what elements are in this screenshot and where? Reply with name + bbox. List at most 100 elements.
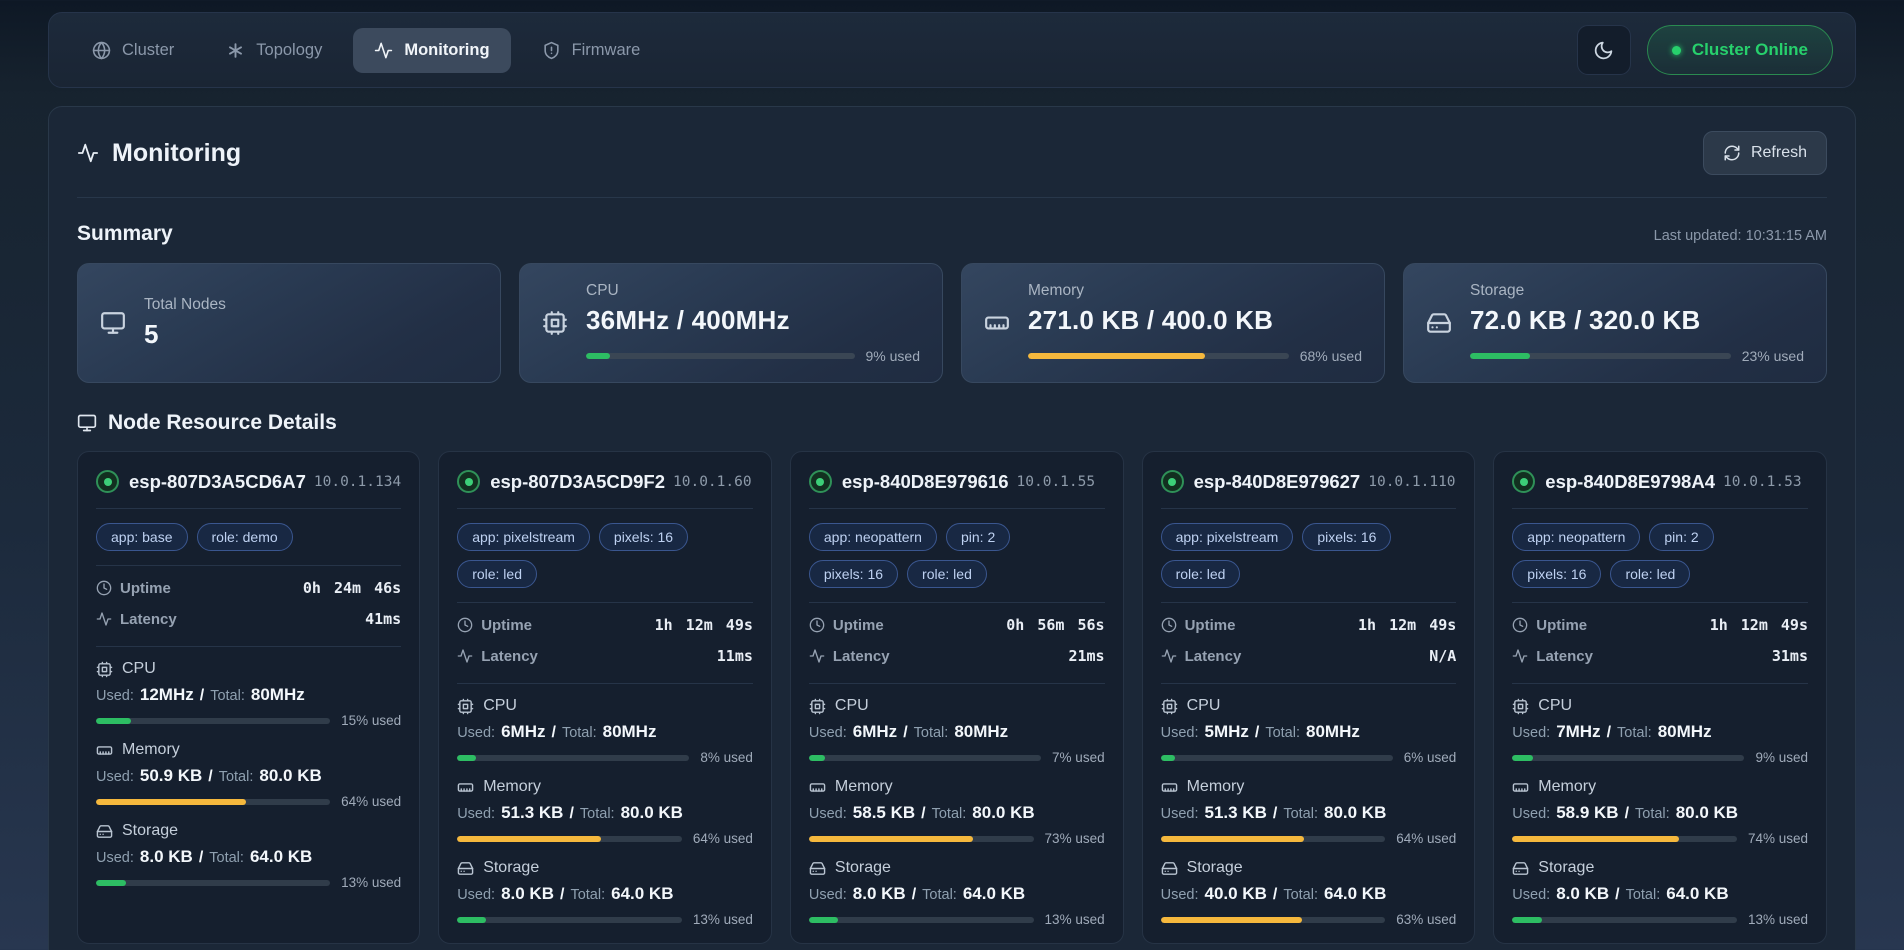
total-value: 64.0 KB	[1324, 884, 1386, 904]
theme-toggle-button[interactable]	[1577, 25, 1631, 75]
storage-metric: Storage Used:8.0 KB/Total:64.0 KB 13% us…	[457, 859, 753, 927]
node-name: esp-840D8E9798A4	[1545, 471, 1715, 493]
progress-fill	[1161, 917, 1303, 923]
node-online-icon	[1161, 470, 1184, 493]
total-label: Total:	[914, 725, 949, 741]
memory-icon	[457, 779, 474, 796]
hard-drive-icon	[1512, 860, 1529, 877]
tab-cluster[interactable]: Cluster	[71, 28, 195, 73]
progress-track	[457, 917, 682, 923]
used-label: Used:	[809, 725, 847, 741]
total-value: 80.0 KB	[972, 803, 1034, 823]
activity-icon	[1512, 648, 1528, 664]
activity-icon	[457, 648, 473, 664]
percent-used-label: 74% used	[1748, 831, 1808, 846]
memory-icon	[1161, 779, 1178, 796]
used-value: 58.5 KB	[853, 803, 915, 823]
node-card: esp-840D8E9798A4 10.0.1.53 app: neopatte…	[1493, 451, 1827, 944]
progress-fill	[1161, 755, 1175, 761]
tab-monitoring[interactable]: Monitoring	[353, 28, 510, 73]
cpu-metric: CPU Used:12MHz/Total:80MHz 15% used	[96, 660, 401, 728]
node-ip: 10.0.1.60	[673, 474, 752, 490]
hard-drive-icon	[457, 860, 474, 877]
node-stats: Uptime 1h 12m 49s Latency 31ms	[1512, 603, 1808, 684]
node-online-icon	[457, 470, 480, 493]
latency-row: Latency 41ms	[96, 610, 401, 628]
cpu-metric: CPU Used:5MHz/Total:80MHz 6% used	[1161, 697, 1457, 765]
progress-fill	[1512, 917, 1541, 923]
percent-used-label: 9% used	[866, 348, 920, 364]
summary-card-memory: Memory 271.0 KB / 400.0 KB 68% used	[961, 263, 1385, 383]
total-label: Total:	[1265, 725, 1300, 741]
node-stats: Uptime 0h 24m 46s Latency 41ms	[96, 566, 401, 647]
metric-label: CPU	[835, 697, 869, 715]
used-value: 8.0 KB	[501, 884, 554, 904]
node-tags: app: neopattern pin: 2 pixels: 16 role: …	[809, 509, 1105, 603]
slash: /	[1607, 724, 1611, 742]
node-ip: 10.0.1.134	[314, 474, 401, 490]
used-label: Used:	[1161, 887, 1199, 903]
refresh-button[interactable]: Refresh	[1703, 131, 1827, 175]
slash: /	[1625, 805, 1629, 823]
percent-used-label: 68% used	[1300, 348, 1362, 364]
latency-label: Latency	[833, 648, 890, 665]
latency-value: N/A	[1429, 647, 1456, 665]
used-label: Used:	[457, 725, 495, 741]
percent-used-label: 9% used	[1755, 750, 1808, 765]
used-label: Used:	[96, 850, 134, 866]
uptime-value: 1h 12m 49s	[1358, 616, 1456, 634]
slash: /	[199, 849, 203, 867]
node-tag: pin: 2	[946, 523, 1010, 551]
used-label: Used:	[1512, 806, 1550, 822]
node-stats: Uptime 0h 56m 56s Latency 21ms	[809, 603, 1105, 684]
progress-track	[809, 836, 1034, 842]
storage-usage-bar: 23% used	[1470, 348, 1804, 364]
node-tag: pixels: 16	[1512, 560, 1601, 588]
tab-topology[interactable]: Topology	[205, 28, 343, 73]
shield-alert-icon	[542, 41, 561, 60]
monitoring-panel: Monitoring Refresh Summary Last updated:…	[48, 106, 1856, 950]
used-label: Used:	[96, 688, 134, 704]
memory-icon	[1512, 779, 1529, 796]
cluster-status-label: Cluster Online	[1692, 40, 1808, 60]
used-value: 50.9 KB	[140, 766, 202, 786]
summary-label: Total Nodes	[144, 296, 478, 314]
slash: /	[1615, 886, 1619, 904]
progress-track	[1161, 836, 1386, 842]
tab-label: Cluster	[122, 41, 174, 60]
memory-metric: Memory Used:58.9 KB/Total:80.0 KB 74% us…	[1512, 778, 1808, 846]
used-label: Used:	[809, 887, 847, 903]
slash: /	[912, 886, 916, 904]
cpu-icon	[457, 698, 474, 715]
node-tag: app: pixelstream	[457, 523, 590, 551]
progress-track	[586, 353, 855, 359]
node-tag: app: pixelstream	[1161, 523, 1294, 551]
used-label: Used:	[457, 887, 495, 903]
cpu-icon	[1512, 698, 1529, 715]
progress-fill	[809, 836, 973, 842]
total-value: 80MHz	[603, 722, 657, 742]
progress-track	[1512, 836, 1737, 842]
activity-icon	[77, 142, 99, 164]
slash: /	[569, 805, 573, 823]
panel-header: Monitoring Refresh	[77, 131, 1827, 198]
node-card-header: esp-840D8E979627 10.0.1.110	[1161, 470, 1457, 509]
slash: /	[1273, 805, 1277, 823]
progress-fill	[809, 917, 838, 923]
clock-icon	[809, 617, 825, 633]
node-card: esp-807D3A5CD6A7 10.0.1.134 app: base ro…	[77, 451, 420, 944]
tab-firmware[interactable]: Firmware	[521, 28, 662, 73]
used-value: 7MHz	[1556, 722, 1600, 742]
node-tags: app: pixelstream pixels: 16 role: led	[457, 509, 753, 603]
metric-label: Memory	[483, 778, 541, 796]
node-ip: 10.0.1.53	[1723, 474, 1802, 490]
cluster-status-badge[interactable]: Cluster Online	[1647, 25, 1833, 75]
percent-used-label: 8% used	[700, 750, 753, 765]
latency-value: 21ms	[1068, 647, 1104, 665]
metric-label: Storage	[1538, 859, 1594, 877]
memory-metric: Memory Used:51.3 KB/Total:80.0 KB 64% us…	[457, 778, 753, 846]
total-label: Total:	[580, 806, 615, 822]
node-card-header: esp-807D3A5CD6A7 10.0.1.134	[96, 470, 401, 509]
used-value: 58.9 KB	[1556, 803, 1618, 823]
percent-used-label: 64% used	[341, 794, 401, 809]
